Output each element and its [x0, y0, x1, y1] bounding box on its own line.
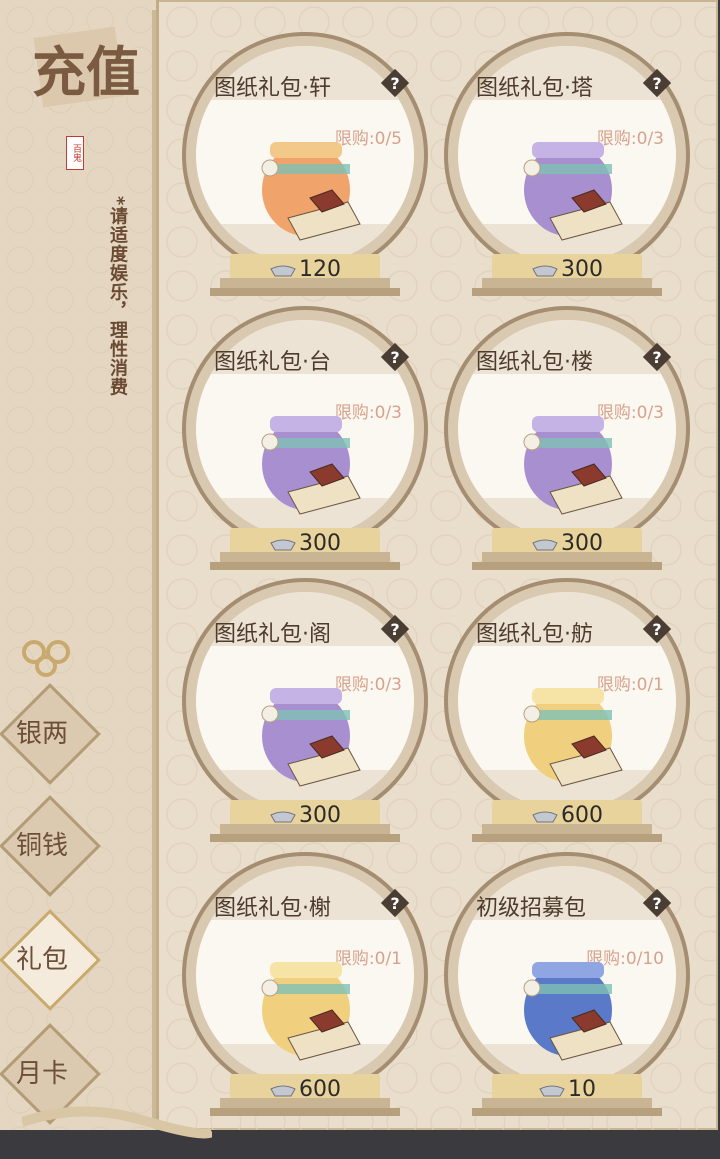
silver-ingot-icon — [270, 811, 296, 823]
info-question-icon[interactable]: ? — [380, 614, 410, 644]
svg-text:?: ? — [652, 348, 661, 367]
info-question-icon[interactable]: ? — [642, 888, 672, 918]
panel-divider — [152, 10, 156, 1120]
gift-pack-card[interactable]: 图纸礼包·舫 ? 限购:0/1 600 — [438, 570, 696, 842]
info-question-icon[interactable]: ? — [380, 342, 410, 372]
gift-pack-card[interactable]: 图纸礼包·楼 ? 限购:0/3 300 — [438, 298, 696, 570]
tab-copper[interactable]: 铜钱 — [0, 795, 101, 897]
tab-silver[interactable]: 银两 — [0, 683, 101, 785]
tab-label: 银两 — [15, 719, 68, 749]
notice-text: *请适度娱乐，理性消费 — [107, 196, 128, 397]
svg-text:?: ? — [390, 894, 399, 913]
card-stand-base — [472, 834, 662, 842]
silver-ingot-icon — [539, 1085, 565, 1097]
pack-bag-icon — [523, 688, 623, 787]
gift-pack-card[interactable]: 图纸礼包·轩 ? 限购:0/5 120 — [176, 24, 434, 296]
card-stand-base — [472, 562, 662, 570]
tab-label: 铜钱 — [15, 831, 68, 861]
pack-name: 图纸礼包·舫 — [476, 622, 593, 647]
pack-name: 图纸礼包·台 — [214, 350, 331, 375]
title-text: 充值 — [32, 40, 140, 104]
svg-text:?: ? — [390, 620, 399, 639]
card-stand-base — [472, 1108, 662, 1116]
silver-ingot-icon — [532, 539, 558, 551]
info-question-icon[interactable]: ? — [642, 614, 672, 644]
silver-ingot-icon — [532, 811, 558, 823]
seal-stamp: 百鬼 — [66, 136, 84, 170]
pack-name: 图纸礼包·轩 — [214, 76, 331, 101]
tab-gift-pack[interactable]: 礼包 — [0, 909, 101, 1011]
card-stand-base — [472, 288, 662, 296]
page-title: 充值 百鬼 — [30, 18, 140, 170]
silver-ingot-icon — [532, 265, 558, 277]
tab-label: 礼包 — [15, 945, 68, 975]
pack-bag-icon — [523, 416, 623, 515]
pack-name: 初级招募包 — [476, 896, 587, 921]
info-question-icon[interactable]: ? — [642, 342, 672, 372]
gift-pack-card[interactable]: 图纸礼包·塔 ? 限购:0/3 300 — [438, 24, 696, 296]
silver-ingot-icon — [270, 539, 296, 551]
svg-text:?: ? — [652, 620, 661, 639]
svg-text:?: ? — [390, 74, 399, 93]
silver-ingot-icon — [270, 1085, 296, 1097]
tassel-ornament-icon — [22, 1106, 212, 1139]
gift-pack-card[interactable]: 初级招募包 ? 限购:0/10 10 — [438, 844, 696, 1116]
shop-panel: 充值 百鬼 *请适度娱乐，理性消费 银两 铜钱 礼包 月卡 图纸礼包·轩 ? 限… — [0, 0, 718, 1130]
pack-bag-icon — [261, 688, 361, 787]
pack-name: 图纸礼包·塔 — [476, 76, 593, 101]
pack-bag-icon — [523, 142, 623, 241]
knot-ornament-icon — [22, 640, 70, 677]
pack-bag-icon — [261, 142, 361, 241]
info-question-icon[interactable]: ? — [380, 888, 410, 918]
svg-text:?: ? — [390, 348, 399, 367]
pack-name: 图纸礼包·阁 — [214, 622, 331, 647]
pack-bag-icon — [261, 416, 361, 515]
info-question-icon[interactable]: ? — [380, 68, 410, 98]
gift-pack-card[interactable]: 图纸礼包·台 ? 限购:0/3 300 — [176, 298, 434, 570]
pack-bag-icon — [523, 962, 623, 1061]
svg-text:?: ? — [652, 894, 661, 913]
silver-ingot-icon — [270, 265, 296, 277]
gift-pack-card[interactable]: 图纸礼包·榭 ? 限购:0/1 600 — [176, 844, 434, 1116]
pack-name: 图纸礼包·榭 — [214, 896, 331, 921]
card-stand-base — [210, 1108, 400, 1116]
card-stand-base — [210, 834, 400, 842]
gift-pack-card[interactable]: 图纸礼包·阁 ? 限购:0/3 300 — [176, 570, 434, 842]
card-stand-base — [210, 288, 400, 296]
svg-text:?: ? — [652, 74, 661, 93]
pack-bag-icon — [261, 962, 361, 1061]
card-stand-base — [210, 562, 400, 570]
info-question-icon[interactable]: ? — [642, 68, 672, 98]
pack-name: 图纸礼包·楼 — [476, 350, 593, 375]
